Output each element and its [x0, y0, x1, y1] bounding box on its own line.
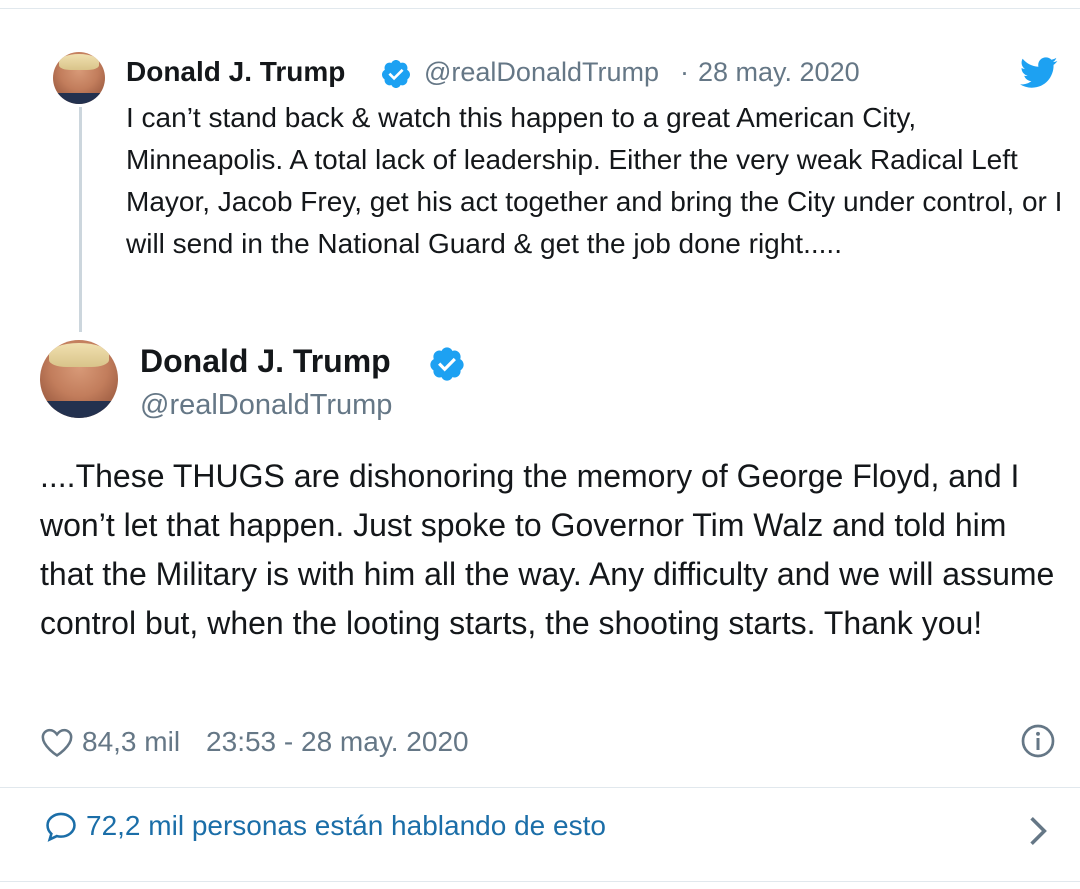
- chevron-right-icon[interactable]: [1026, 815, 1050, 847]
- conversation-link[interactable]: 72,2 mil personas están hablando de esto: [44, 810, 606, 842]
- footer-divider: [0, 787, 1080, 788]
- tweet-footer: 84,3 mil 23:53 - 28 may. 2020: [40, 722, 469, 762]
- quoted-tweet-text: I can’t stand back & watch this happen t…: [126, 102, 1063, 259]
- quoted-avatar[interactable]: [53, 52, 105, 104]
- verified-badge-icon: [381, 60, 410, 88]
- author-avatar[interactable]: [40, 340, 118, 418]
- twitter-bird-icon[interactable]: [1020, 56, 1058, 90]
- author-name[interactable]: Donald J. Trump: [140, 343, 391, 380]
- heart-icon[interactable]: [40, 726, 74, 758]
- conversation-count-text: 72,2 mil personas están hablando de esto: [86, 810, 606, 841]
- meta-separator: ·: [680, 57, 689, 87]
- like-count[interactable]: 84,3 mil: [82, 726, 180, 758]
- quoted-date[interactable]: 28 may. 2020: [698, 57, 860, 88]
- comment-bubble-icon: [46, 812, 76, 842]
- quoted-author-name[interactable]: Donald J. Trump: [126, 56, 345, 88]
- tweet-timestamp[interactable]: 23:53 - 28 may. 2020: [206, 726, 469, 758]
- quoted-handle[interactable]: @realDonaldTrump: [424, 57, 659, 88]
- thread-connector-line: [79, 107, 82, 332]
- verified-badge-icon: [430, 347, 464, 381]
- info-icon[interactable]: [1020, 723, 1056, 759]
- tweet-text: ....These THUGS are dishonoring the memo…: [40, 458, 1055, 641]
- author-handle[interactable]: @realDonaldTrump: [140, 389, 392, 422]
